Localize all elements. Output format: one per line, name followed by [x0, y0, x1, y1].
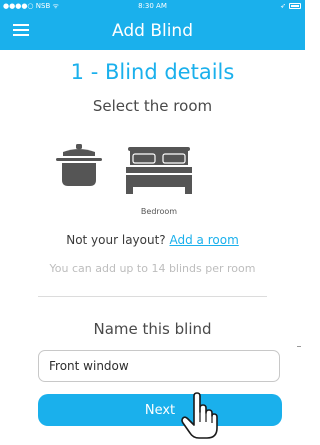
- add-room-link[interactable]: Add a room: [170, 233, 239, 247]
- hand-pointer-icon: [181, 392, 218, 439]
- room-label-bedroom: Bedroom: [140, 207, 178, 216]
- blind-limit-hint: You can add up to 14 blinds per room: [49, 262, 256, 275]
- blind-name-input[interactable]: [38, 350, 280, 382]
- name-heading: Name this blind: [93, 320, 212, 338]
- add-blind-screen: ●●●●○ NSB ᯤ 8:30 AM ➶ Add Blind 1 - Blin…: [0, 0, 305, 445]
- location-icon: ➶: [280, 2, 286, 10]
- room-heading: Select the room: [92, 97, 213, 115]
- layout-prompt-line: Not your layout? Add a room: [0, 233, 305, 247]
- next-button[interactable]: Next: [38, 394, 282, 426]
- status-bar: ●●●●○ NSB ᯤ 8:30 AM ➶: [0, 0, 305, 12]
- status-time: 8:30 AM: [138, 2, 167, 10]
- cooking-pot-icon: [56, 144, 102, 186]
- section-divider: [38, 296, 267, 297]
- battery-icon: [289, 3, 301, 9]
- room-option-kitchen[interactable]: [56, 140, 102, 190]
- edge-mark: [297, 346, 301, 347]
- page-title: Add Blind: [112, 21, 193, 41]
- step-title: 1 - Blind details: [70, 60, 235, 84]
- hamburger-menu-icon[interactable]: [13, 23, 29, 37]
- nav-bar: Add Blind: [0, 12, 305, 50]
- layout-prompt-text: Not your layout?: [66, 233, 166, 247]
- room-option-bedroom[interactable]: [126, 147, 192, 195]
- bed-icon: [126, 147, 192, 194]
